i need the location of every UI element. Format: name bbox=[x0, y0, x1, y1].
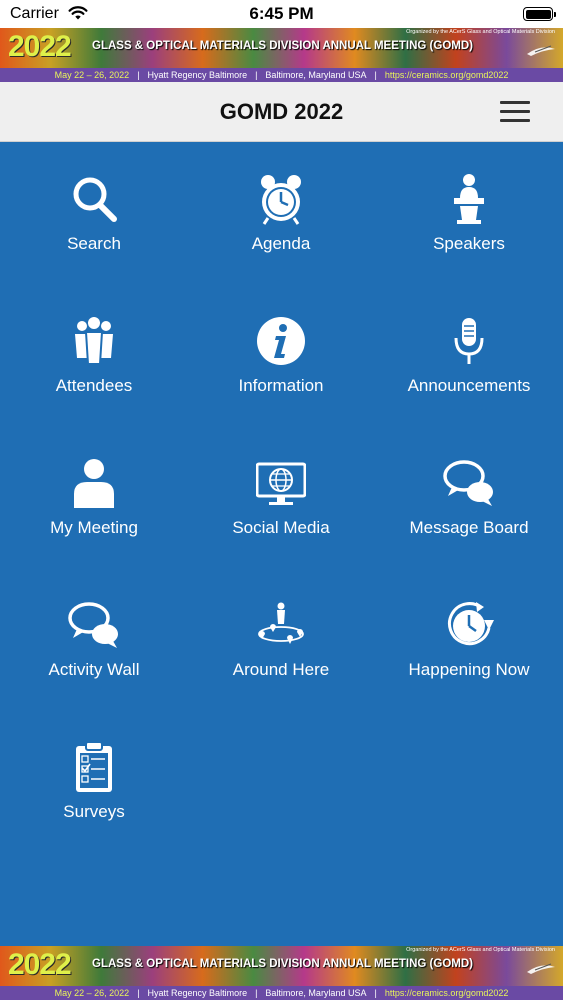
menu-tile-label: Happening Now bbox=[408, 660, 530, 679]
menu-tile-label: Around Here bbox=[232, 660, 330, 679]
banner-location: Baltimore, Maryland USA bbox=[265, 70, 367, 80]
banner-venue: Hyatt Regency Baltimore bbox=[147, 70, 248, 80]
banner-info-bar: May 22 – 26, 2022 | Hyatt Regency Baltimor… bbox=[0, 68, 563, 82]
bottom-banner[interactable]: 2022 GLASS & OPTICAL MATERIALS DIVISION … bbox=[0, 946, 563, 1000]
clock-arrow-icon bbox=[444, 598, 494, 652]
menu-tile-label: Speakers bbox=[433, 234, 505, 253]
menu-tile-label: Social Media bbox=[232, 518, 330, 537]
hamburger-menu-button[interactable] bbox=[496, 98, 534, 126]
banner-dates: May 22 – 26, 2022 bbox=[54, 70, 130, 80]
menu-tile-label: Information bbox=[238, 376, 324, 395]
banner-separator: | bbox=[374, 70, 377, 80]
menu-tile-search[interactable]: Search bbox=[0, 148, 188, 290]
menu-icon bbox=[500, 119, 530, 122]
chat-bubbles-icon bbox=[443, 456, 494, 510]
people-group-icon bbox=[69, 314, 119, 368]
banner-separator: | bbox=[137, 70, 140, 80]
menu-tile-label: Surveys bbox=[63, 802, 125, 821]
banner-dates: May 22 – 26, 2022 bbox=[54, 988, 130, 998]
banner-year: 2022 bbox=[8, 30, 72, 63]
menu-tile-label: Search bbox=[67, 234, 121, 253]
banner-separator: | bbox=[374, 988, 377, 998]
banner-url[interactable]: https://ceramics.org/gomd2022 bbox=[385, 988, 509, 998]
menu-tile-happening-now[interactable]: Happening Now bbox=[375, 574, 563, 716]
info-icon bbox=[256, 314, 306, 368]
menu-icon bbox=[500, 110, 530, 113]
menu-tile-information[interactable]: Information bbox=[187, 290, 375, 432]
banner-title: GLASS & OPTICAL MATERIALS DIVISION ANNUA… bbox=[92, 958, 473, 970]
acers-logo-icon bbox=[527, 45, 555, 56]
banner-url[interactable]: https://ceramics.org/gomd2022 bbox=[385, 70, 509, 80]
menu-tile-announcements[interactable]: Announcements bbox=[375, 290, 563, 432]
top-banner[interactable]: 2022 GLASS & OPTICAL MATERIALS DIVISION … bbox=[0, 28, 563, 82]
banner-organizer: Organized by the ACerS Glass and Optical… bbox=[406, 29, 555, 35]
menu-tile-my-meeting[interactable]: My Meeting bbox=[0, 432, 188, 574]
alarm-clock-icon bbox=[256, 172, 306, 226]
menu-icon bbox=[500, 101, 530, 104]
menu-tile-label: My Meeting bbox=[50, 518, 138, 537]
podium-speaker-icon bbox=[444, 172, 494, 226]
banner-location: Baltimore, Maryland USA bbox=[265, 988, 367, 998]
menu-tile-agenda[interactable]: Agenda bbox=[187, 148, 375, 290]
banner-artwork: 2022 GLASS & OPTICAL MATERIALS DIVISION … bbox=[0, 28, 563, 68]
menu-tile-label: Activity Wall bbox=[48, 660, 140, 679]
clipboard-checklist-icon bbox=[69, 740, 119, 794]
menu-tile-label: Message Board bbox=[409, 518, 529, 537]
battery-icon bbox=[523, 7, 556, 21]
acers-logo-icon bbox=[527, 963, 555, 974]
chat-bubbles-icon bbox=[68, 598, 119, 652]
banner-year: 2022 bbox=[8, 948, 72, 981]
menu-tile-around-here[interactable]: Around Here bbox=[187, 574, 375, 716]
menu-tile-activity-wall[interactable]: Activity Wall bbox=[0, 574, 188, 716]
menu-tile-speakers[interactable]: Speakers bbox=[375, 148, 563, 290]
search-icon bbox=[69, 172, 119, 226]
menu-tile-label: Attendees bbox=[55, 376, 133, 395]
status-bar: Carrier 6:45 PM bbox=[0, 0, 563, 28]
menu-tile-social-media[interactable]: Social Media bbox=[187, 432, 375, 574]
person-icon bbox=[69, 456, 119, 510]
banner-separator: | bbox=[255, 70, 258, 80]
location-map-icon bbox=[256, 598, 306, 652]
menu-tile-label: Announcements bbox=[407, 376, 531, 395]
banner-organizer: Organized by the ACerS Glass and Optical… bbox=[406, 947, 555, 953]
menu-tile-message-board[interactable]: Message Board bbox=[375, 432, 563, 574]
microphone-icon bbox=[444, 314, 494, 368]
page-title: GOMD 2022 bbox=[219, 99, 344, 124]
menu-tile-label: Agenda bbox=[251, 234, 311, 253]
banner-separator: | bbox=[255, 988, 258, 998]
status-time: 6:45 PM bbox=[249, 4, 314, 23]
globe-monitor-icon bbox=[255, 456, 307, 510]
menu-tile-surveys[interactable]: Surveys bbox=[0, 716, 188, 858]
menu-tile-attendees[interactable]: Attendees bbox=[0, 290, 188, 432]
banner-title: GLASS & OPTICAL MATERIALS DIVISION ANNUA… bbox=[92, 40, 473, 52]
navigation-bar: GOMD 2022 bbox=[0, 82, 563, 142]
banner-venue: Hyatt Regency Baltimore bbox=[147, 988, 248, 998]
banner-artwork: 2022 GLASS & OPTICAL MATERIALS DIVISION … bbox=[0, 946, 563, 986]
banner-info-bar: May 22 – 26, 2022 | Hyatt Regency Baltimor… bbox=[0, 986, 563, 1000]
banner-separator: | bbox=[137, 988, 140, 998]
